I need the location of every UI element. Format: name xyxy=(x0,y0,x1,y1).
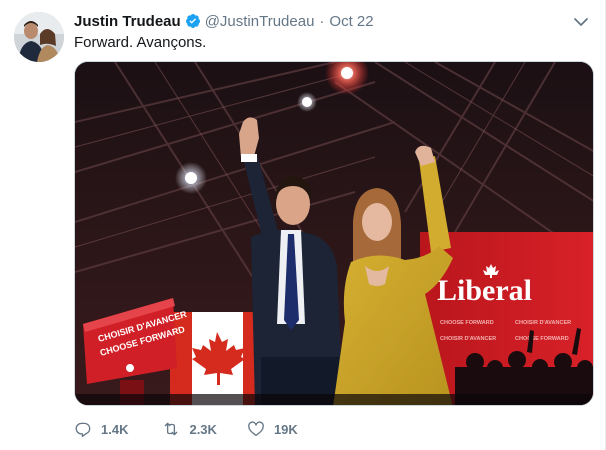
tweet-media-photo[interactable]: Liberal CHOOSE FORWARD CHOISIR D'AVANCER… xyxy=(74,61,594,406)
banner-logo-text: Liberal xyxy=(437,274,532,307)
avatar-photo xyxy=(14,12,64,62)
heart-icon xyxy=(248,421,264,437)
banner-small-text-4: CHOOSE FORWARD xyxy=(515,336,569,342)
reply-icon xyxy=(75,422,91,438)
verified-badge-icon xyxy=(185,13,201,29)
banner-small-text-1: CHOOSE FORWARD xyxy=(440,320,494,326)
separator-dot: · xyxy=(319,12,325,30)
banner-small-text-2: CHOISIR D'AVANCER xyxy=(515,320,571,326)
tweet-header: Justin Trudeau @JustinTrudeau · Oct 22 xyxy=(74,11,374,31)
retweet-count: 2.3K xyxy=(189,421,217,437)
banner-small-text-3: CHOISIR D'AVANCER xyxy=(440,336,496,342)
rally-photo: Liberal CHOOSE FORWARD CHOISIR D'AVANCER… xyxy=(75,62,593,405)
tweet-date[interactable]: Oct 22 xyxy=(329,13,373,30)
like-count: 19K xyxy=(273,421,298,437)
reply-count: 1.4K xyxy=(101,421,129,437)
retweet-icon xyxy=(165,422,178,436)
tweet-actions: 1.4K 2.3K 19K xyxy=(74,420,332,438)
reply-button[interactable]: 1.4K xyxy=(74,420,128,438)
like-button[interactable]: 19K xyxy=(247,420,298,438)
tweet-text: Forward. Avançons. xyxy=(74,34,207,51)
tweet-card[interactable]: Justin Trudeau @JustinTrudeau · Oct 22 F… xyxy=(0,0,606,450)
author-handle[interactable]: @JustinTrudeau xyxy=(205,13,315,30)
author-name[interactable]: Justin Trudeau xyxy=(74,13,181,30)
canadian-flag xyxy=(170,312,265,405)
retweet-button[interactable]: 2.3K xyxy=(162,420,217,438)
avatar[interactable] xyxy=(14,12,64,62)
chevron-down-icon[interactable] xyxy=(573,14,589,30)
